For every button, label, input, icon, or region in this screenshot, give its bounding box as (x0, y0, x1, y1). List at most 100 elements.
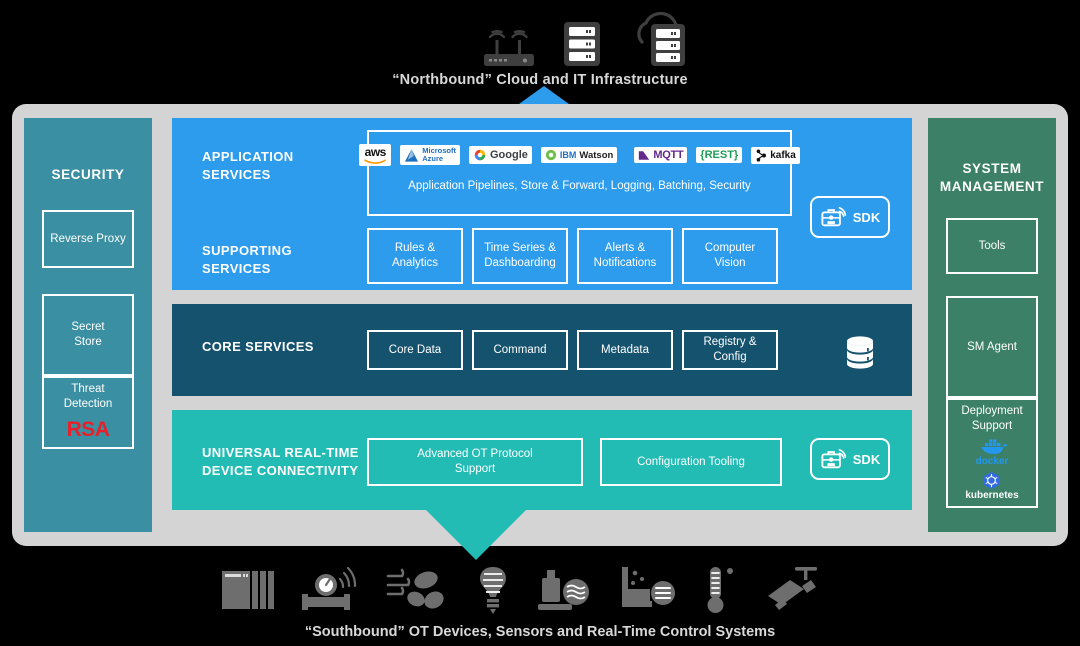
rest-label: {REST} (700, 149, 739, 161)
ibm-watson-logo: IBM Watson (540, 147, 618, 163)
rest-logo: {REST} (696, 147, 743, 163)
service-box-core-data[interactable]: Core Data (367, 330, 463, 370)
security-box-label: Secret Store (71, 321, 105, 349)
core-services-label: CORE SERVICES (202, 339, 314, 354)
azure-label: Microsoft Azure (422, 146, 456, 163)
kubernetes-wheel-icon (984, 472, 1000, 490)
service-box-label: Time Series & Dashboarding (484, 242, 556, 269)
sysmgmt-box-label: SM Agent (967, 340, 1017, 353)
sysmgmt-box-label: Tools (978, 239, 1006, 252)
service-box-configuration-tooling[interactable]: Configuration Tooling (600, 438, 782, 486)
diagram-canvas: “Northbound” Cloud and IT Infrastructure… (0, 0, 1080, 646)
flow-meter-icon (302, 567, 357, 610)
application-services-band: APPLICATION SERVICES aws Microsoft Azure… (172, 118, 912, 290)
device-connectivity-band: UNIVERSAL REAL-TIME DEVICE CONNECTIVITY … (172, 410, 912, 510)
kubernetes-logo: kubernetes (965, 471, 1019, 502)
system-management-title: SYSTEM MANAGEMENT (939, 161, 1045, 195)
security-box-threat-detection[interactable]: Threat Detection RSA (42, 376, 134, 450)
kafka-logo: kafka (751, 146, 800, 164)
service-box-label: Core Data (388, 343, 442, 356)
docker-logo: docker (975, 436, 1009, 468)
service-box-command[interactable]: Command (472, 330, 568, 370)
security-camera-icon (768, 567, 817, 610)
cloud-logo-row: aws Microsoft Azure Google IBM Watson MQ… (359, 132, 800, 178)
kubernetes-label: kubernetes (965, 490, 1019, 502)
mqtt-logo: MQTT (634, 147, 688, 163)
plc-rack-icon (222, 571, 274, 609)
sdk-toolbox-icon (821, 206, 846, 227)
lab-analyzer-icon (538, 570, 589, 610)
rsa-logo: RSA (66, 418, 110, 442)
database-icon (847, 336, 873, 369)
service-box-label: Registry & Config (703, 336, 757, 363)
southbound-caption: “Southbound” OT Devices, Sensors and Rea… (304, 624, 776, 640)
security-title: SECURITY (51, 167, 125, 182)
service-box-registry-config[interactable]: Registry & Config (682, 330, 778, 370)
process-tank-icon (622, 567, 675, 607)
aws-label: aws (364, 145, 387, 159)
thermometer-icon (707, 567, 733, 613)
service-box-time-series-dashboarding[interactable]: Time Series & Dashboarding (472, 228, 568, 284)
application-pipelines-caption: Application Pipelines, Store & Forward, … (408, 180, 751, 192)
sdk-label: SDK (852, 209, 881, 225)
service-box-computer-vision[interactable]: Computer Vision (682, 228, 778, 284)
security-box-reverse-proxy[interactable]: Reverse Proxy (42, 210, 134, 269)
sysmgmt-box-label: Deployment Support (961, 405, 1023, 432)
hvac-fan-icon (386, 568, 444, 609)
google-cloud-logo: Google (468, 146, 532, 164)
application-services-label: APPLICATION SERVICES (202, 149, 294, 182)
service-box-label: Advanced OT Protocol Support (417, 448, 533, 475)
system-management-panel: SYSTEM MANAGEMENT Tools SM Agent Deploym… (928, 118, 1056, 532)
mqtt-label: MQTT (653, 149, 684, 161)
sysmgmt-box-deployment-support[interactable]: Deployment Support docker kubernetes (946, 398, 1038, 509)
northbound-icon-group (480, 8, 700, 70)
device-connectivity-row: Advanced OT Protocol Support Configurati… (367, 438, 782, 486)
center-stack: APPLICATION SERVICES aws Microsoft Azure… (172, 118, 912, 510)
google-cloud-icon (474, 149, 486, 161)
sdk-button-device[interactable]: SDK (810, 438, 890, 480)
light-bulb-icon (480, 567, 506, 614)
watson-orb-icon (545, 149, 557, 161)
watson-label: Watson (579, 149, 614, 161)
azure-triangle-icon (405, 148, 419, 162)
docker-whale-icon (980, 439, 1007, 455)
security-panel: SECURITY Reverse Proxy Secret Store Thre… (24, 118, 152, 532)
service-box-label: Rules & Analytics (391, 242, 439, 269)
service-box-label: Configuration Tooling (637, 455, 745, 468)
service-box-label: Command (493, 343, 547, 356)
supporting-services-label: SUPPORTING SERVICES (202, 243, 292, 276)
application-integrations-card: aws Microsoft Azure Google IBM Watson MQ… (359, 130, 800, 216)
router-icon (484, 30, 534, 66)
southbound-icon-group (220, 562, 820, 618)
service-box-alerts-notifications[interactable]: Alerts & Notifications (577, 228, 673, 284)
service-box-label: Metadata (601, 343, 649, 356)
mqtt-mark-icon (639, 150, 650, 160)
sdk-label: SDK (852, 451, 881, 467)
kafka-label: kafka (770, 149, 796, 161)
southbound-arrow (420, 504, 532, 560)
ibm-label: IBM (559, 150, 577, 160)
aws-logo: aws (359, 144, 392, 166)
google-label: Google (489, 149, 528, 161)
supporting-services-row: Rules & Analytics Time Series & Dashboar… (367, 228, 778, 284)
sysmgmt-box-tools[interactable]: Tools (946, 218, 1038, 275)
security-box-secret-store[interactable]: Secret Store (42, 294, 134, 377)
kafka-mark-icon (756, 149, 767, 161)
cloud-server-icon (637, 12, 685, 66)
service-box-label: Alerts & Notifications (593, 242, 657, 269)
docker-label: docker (975, 456, 1009, 468)
service-box-advanced-ot-protocol-support[interactable]: Advanced OT Protocol Support (367, 438, 583, 486)
sdk-toolbox-icon (821, 448, 846, 469)
security-box-label: Reverse Proxy (50, 232, 126, 245)
core-services-band: CORE SERVICES Core Data Command Metadata… (172, 304, 912, 396)
microsoft-azure-logo: Microsoft Azure (400, 145, 460, 165)
sysmgmt-box-sm-agent[interactable]: SM Agent (946, 296, 1038, 399)
security-box-label: Threat Detection (63, 383, 113, 411)
platform-container: SECURITY Reverse Proxy Secret Store Thre… (12, 104, 1068, 546)
service-box-rules-analytics[interactable]: Rules & Analytics (367, 228, 463, 284)
sdk-button-application[interactable]: SDK (810, 196, 890, 238)
core-services-row: Core Data Command Metadata Registry & Co… (367, 330, 778, 370)
server-rack-icon (564, 22, 600, 66)
service-box-metadata[interactable]: Metadata (577, 330, 673, 370)
aws-swoosh-icon (364, 159, 387, 164)
